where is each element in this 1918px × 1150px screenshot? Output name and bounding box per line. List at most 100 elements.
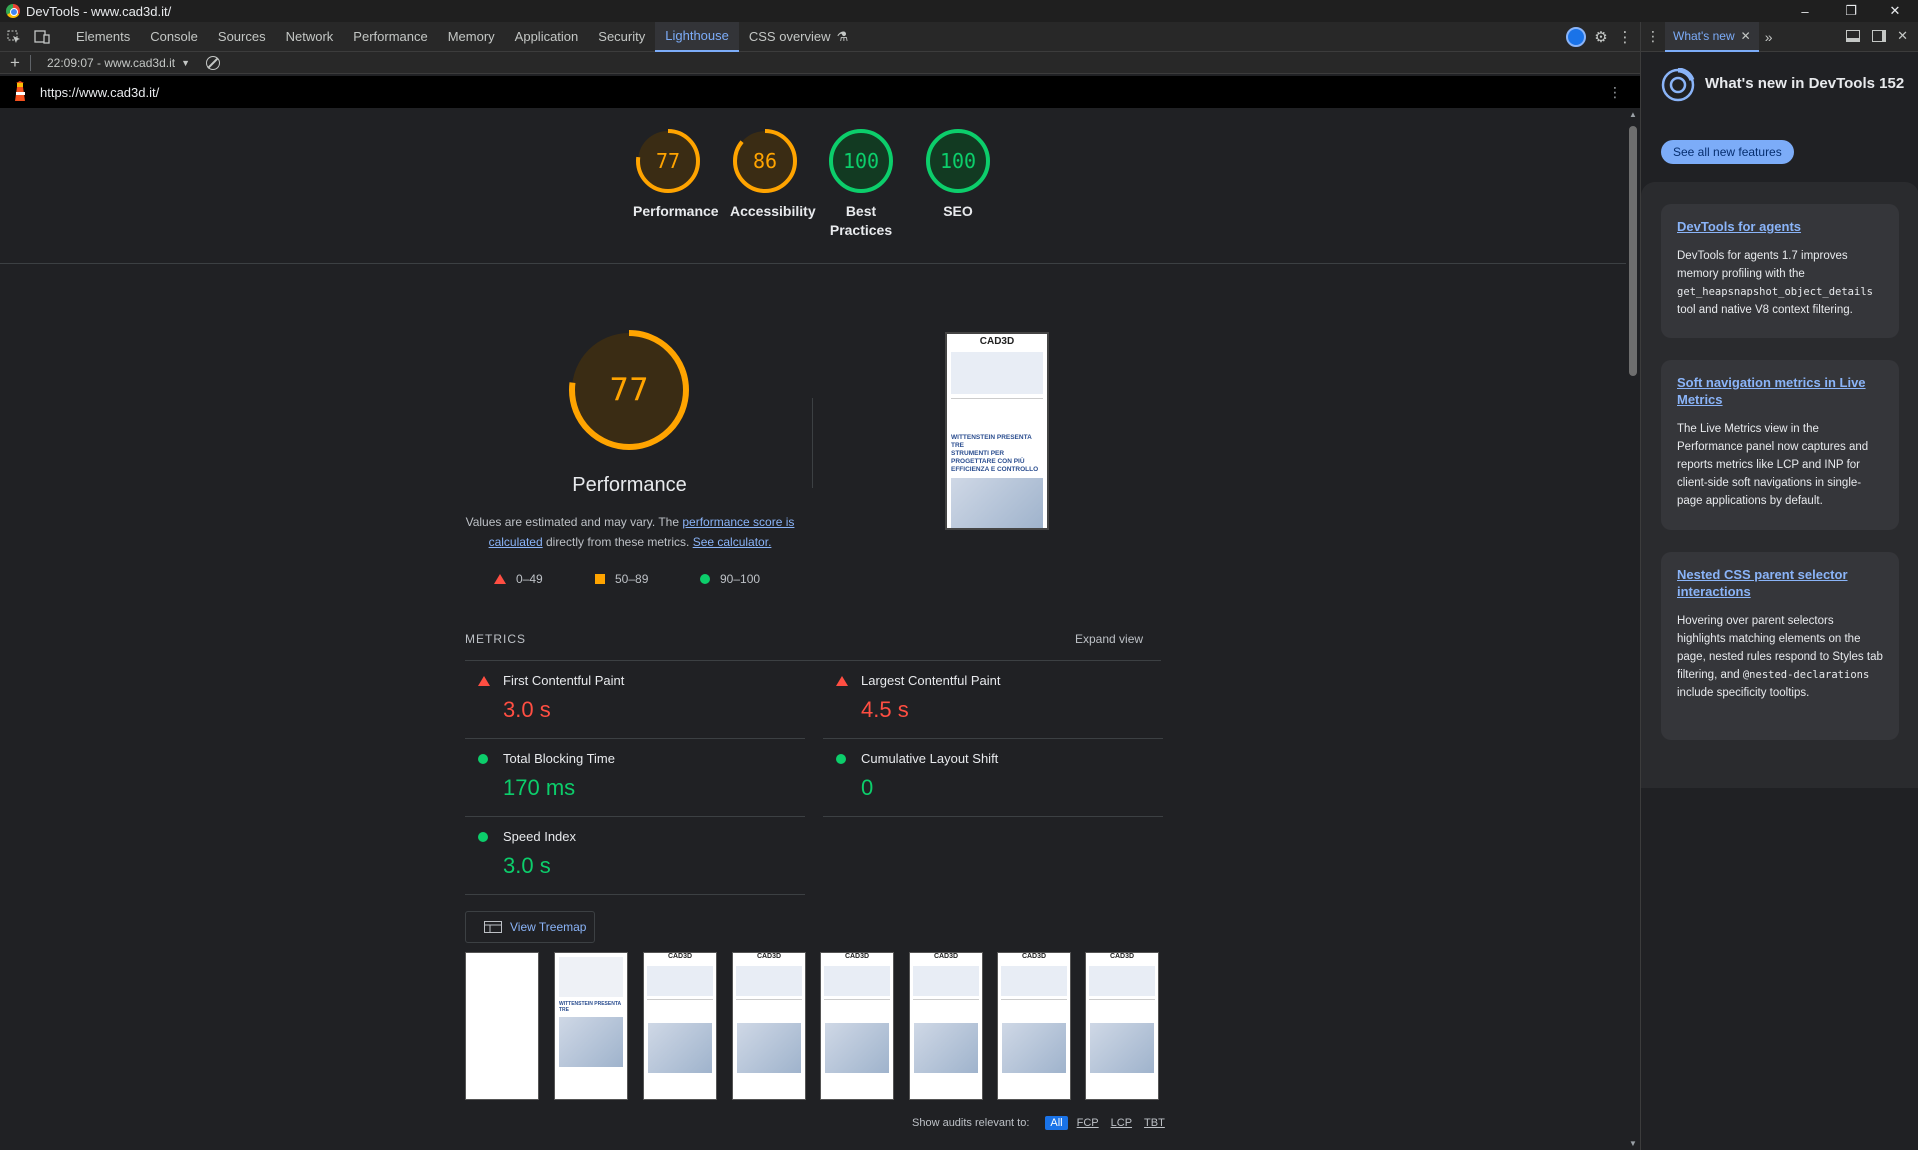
vertical-divider bbox=[812, 398, 813, 488]
scrollbar-thumb[interactable] bbox=[1629, 126, 1637, 376]
dock-bottom-icon[interactable] bbox=[1846, 30, 1860, 42]
see-calculator-link[interactable]: See calculator. bbox=[693, 535, 772, 549]
add-report-icon[interactable]: + bbox=[0, 53, 30, 73]
view-treemap-button[interactable]: View Treemap bbox=[465, 911, 595, 943]
frame-headline: WITTENSTEIN PRESENTA TRE bbox=[559, 1001, 623, 1013]
tab-lighthouse[interactable]: Lighthouse bbox=[655, 21, 739, 52]
close-tab-icon[interactable]: ✕ bbox=[1741, 29, 1751, 43]
inspect-element-icon[interactable] bbox=[0, 22, 28, 52]
tab-elements[interactable]: Elements bbox=[66, 22, 140, 52]
lighthouse-report: 77 Performance 86 Accessibility 100 Best… bbox=[0, 108, 1626, 1150]
card-body: The Live Metrics view in the Performance… bbox=[1677, 423, 1869, 507]
restore-button[interactable]: ❐ bbox=[1828, 0, 1874, 22]
close-window-button[interactable]: ✕ bbox=[1872, 0, 1918, 22]
card-title-link[interactable]: Nested CSS parent selector interactions bbox=[1677, 566, 1883, 600]
metric-speed-index: Speed Index 3.0 s bbox=[465, 817, 805, 895]
tab-network[interactable]: Network bbox=[276, 22, 344, 52]
frame-block bbox=[824, 999, 890, 1019]
drawer-tab-bar: ⋮ What's new ✕ » ✕ bbox=[1641, 21, 1918, 52]
tab-console[interactable]: Console bbox=[140, 22, 208, 52]
card-text: DevTools for agents 1.7 improves memory … bbox=[1677, 250, 1848, 280]
tab-whats-new[interactable]: What's new ✕ bbox=[1665, 21, 1759, 52]
tab-security[interactable]: Security bbox=[588, 22, 655, 52]
url-menu-icon[interactable]: ⋮ bbox=[1608, 84, 1622, 101]
filmstrip-frame: CAD3D bbox=[643, 952, 717, 1100]
legend-average-label: 50–89 bbox=[615, 572, 649, 586]
frame-logo: CAD3D bbox=[933, 953, 959, 960]
thumb-logo: CAD3D bbox=[947, 334, 1047, 348]
pass-circle-icon bbox=[836, 754, 846, 764]
whats-new-heading: What's new in DevTools 152 bbox=[1705, 75, 1905, 92]
device-toolbar-icon[interactable] bbox=[28, 22, 56, 52]
thumb-line: WITTENSTEIN PRESENTA TRE bbox=[559, 1001, 621, 1013]
report-url-bar: https://www.cad3d.it/ ⋮ bbox=[0, 76, 1640, 108]
devtools-logo-icon bbox=[1661, 67, 1695, 102]
score-performance[interactable]: 77 Performance bbox=[633, 128, 719, 221]
see-all-features-button[interactable]: See all new features bbox=[1661, 140, 1794, 164]
drawer-menu-icon[interactable]: ⋮ bbox=[1641, 28, 1665, 45]
filter-lcp-button[interactable]: LCP bbox=[1108, 1117, 1135, 1129]
score-label: Best Practices bbox=[826, 202, 896, 240]
seo-gauge-icon: 100 bbox=[926, 129, 990, 193]
window-title: DevTools - www.cad3d.it/ bbox=[26, 3, 172, 19]
pass-circle-icon bbox=[478, 754, 488, 764]
metric-value: 0 bbox=[861, 775, 874, 800]
score-seo[interactable]: 100 SEO bbox=[923, 128, 993, 221]
frame-block bbox=[1089, 966, 1155, 996]
minimize-button[interactable]: – bbox=[1782, 0, 1828, 22]
view-treemap-label: View Treemap bbox=[510, 920, 587, 934]
clear-reports-icon[interactable] bbox=[206, 55, 220, 70]
score-label-line1: Best bbox=[845, 203, 877, 219]
frame-block bbox=[647, 966, 713, 996]
metric-label: Largest Contentful Paint bbox=[861, 673, 1001, 688]
frame-block bbox=[647, 999, 713, 1019]
close-drawer-icon[interactable]: ✕ bbox=[1897, 28, 1908, 44]
metric-label: First Contentful Paint bbox=[503, 673, 625, 688]
frame-block bbox=[1089, 999, 1155, 1019]
filter-fcp-button[interactable]: FCP bbox=[1074, 1117, 1102, 1129]
scroll-up-arrow-icon[interactable]: ▲ bbox=[1629, 110, 1637, 119]
expand-view-button[interactable]: Expand view bbox=[1075, 632, 1143, 646]
settings-gear-icon[interactable]: ⚙ bbox=[1592, 28, 1610, 46]
filmstrip-frame: CAD3D bbox=[909, 952, 983, 1100]
scroll-down-arrow-icon[interactable]: ▼ bbox=[1629, 1139, 1637, 1148]
report-scrollbar[interactable]: ▲ ▼ bbox=[1626, 108, 1640, 1150]
card-title-link[interactable]: Soft navigation metrics in Live Metrics bbox=[1677, 374, 1883, 408]
whats-new-panel: ⋮ What's new ✕ » ✕ What's new in DevTool… bbox=[1640, 21, 1918, 1150]
score-value: 100 bbox=[843, 149, 879, 173]
score-label-line2: Practices bbox=[829, 222, 893, 238]
legend-fail: 0–49 bbox=[494, 572, 543, 586]
fail-triangle-icon bbox=[836, 676, 848, 686]
filter-all-button[interactable]: All bbox=[1045, 1116, 1068, 1130]
report-url: https://www.cad3d.it/ bbox=[40, 84, 160, 100]
frame-block bbox=[736, 966, 802, 996]
tab-css-overview[interactable]: CSS overview ⚗ bbox=[739, 22, 858, 52]
performance-big-gauge: 77 bbox=[567, 328, 691, 452]
best-practices-gauge-icon: 100 bbox=[829, 129, 893, 193]
card-title-link[interactable]: DevTools for agents bbox=[1677, 218, 1883, 235]
report-selector[interactable]: 22:09:07 - www.cad3d.it ▼ bbox=[47, 56, 190, 70]
more-options-icon[interactable]: ⋮ bbox=[1616, 28, 1634, 46]
frame-logo: CAD3D bbox=[756, 953, 782, 960]
final-screenshot[interactable]: CAD3D WITTENSTEIN PRESENTA TRE STRUMENTI … bbox=[945, 332, 1049, 530]
dock-side-icon[interactable] bbox=[1872, 30, 1886, 42]
metrics-title: METRICS bbox=[465, 632, 526, 646]
tab-application[interactable]: Application bbox=[505, 22, 589, 52]
filter-tbt-button[interactable]: TBT bbox=[1141, 1117, 1168, 1129]
audit-filter-label: Show audits relevant to: bbox=[912, 1117, 1030, 1129]
score-value: 86 bbox=[753, 149, 777, 173]
card-text: tool and native V8 context filtering. bbox=[1677, 304, 1853, 316]
ai-assistance-icon[interactable] bbox=[1566, 27, 1586, 47]
score-best-practices[interactable]: 100 Best Practices bbox=[826, 128, 896, 240]
tab-performance[interactable]: Performance bbox=[343, 22, 437, 52]
more-tabs-icon[interactable]: » bbox=[1765, 29, 1773, 45]
tab-memory[interactable]: Memory bbox=[438, 22, 505, 52]
score-accessibility[interactable]: 86 Accessibility bbox=[730, 128, 816, 221]
tab-sources[interactable]: Sources bbox=[208, 22, 276, 52]
performance-description: Values are estimated and may vary. The p… bbox=[460, 512, 800, 552]
card-nested-css: Nested CSS parent selector interactions … bbox=[1661, 552, 1899, 740]
score-label: Accessibility bbox=[730, 203, 816, 219]
treemap-icon bbox=[484, 921, 502, 933]
metric-label: Total Blocking Time bbox=[503, 751, 615, 766]
chrome-icon bbox=[6, 4, 20, 18]
